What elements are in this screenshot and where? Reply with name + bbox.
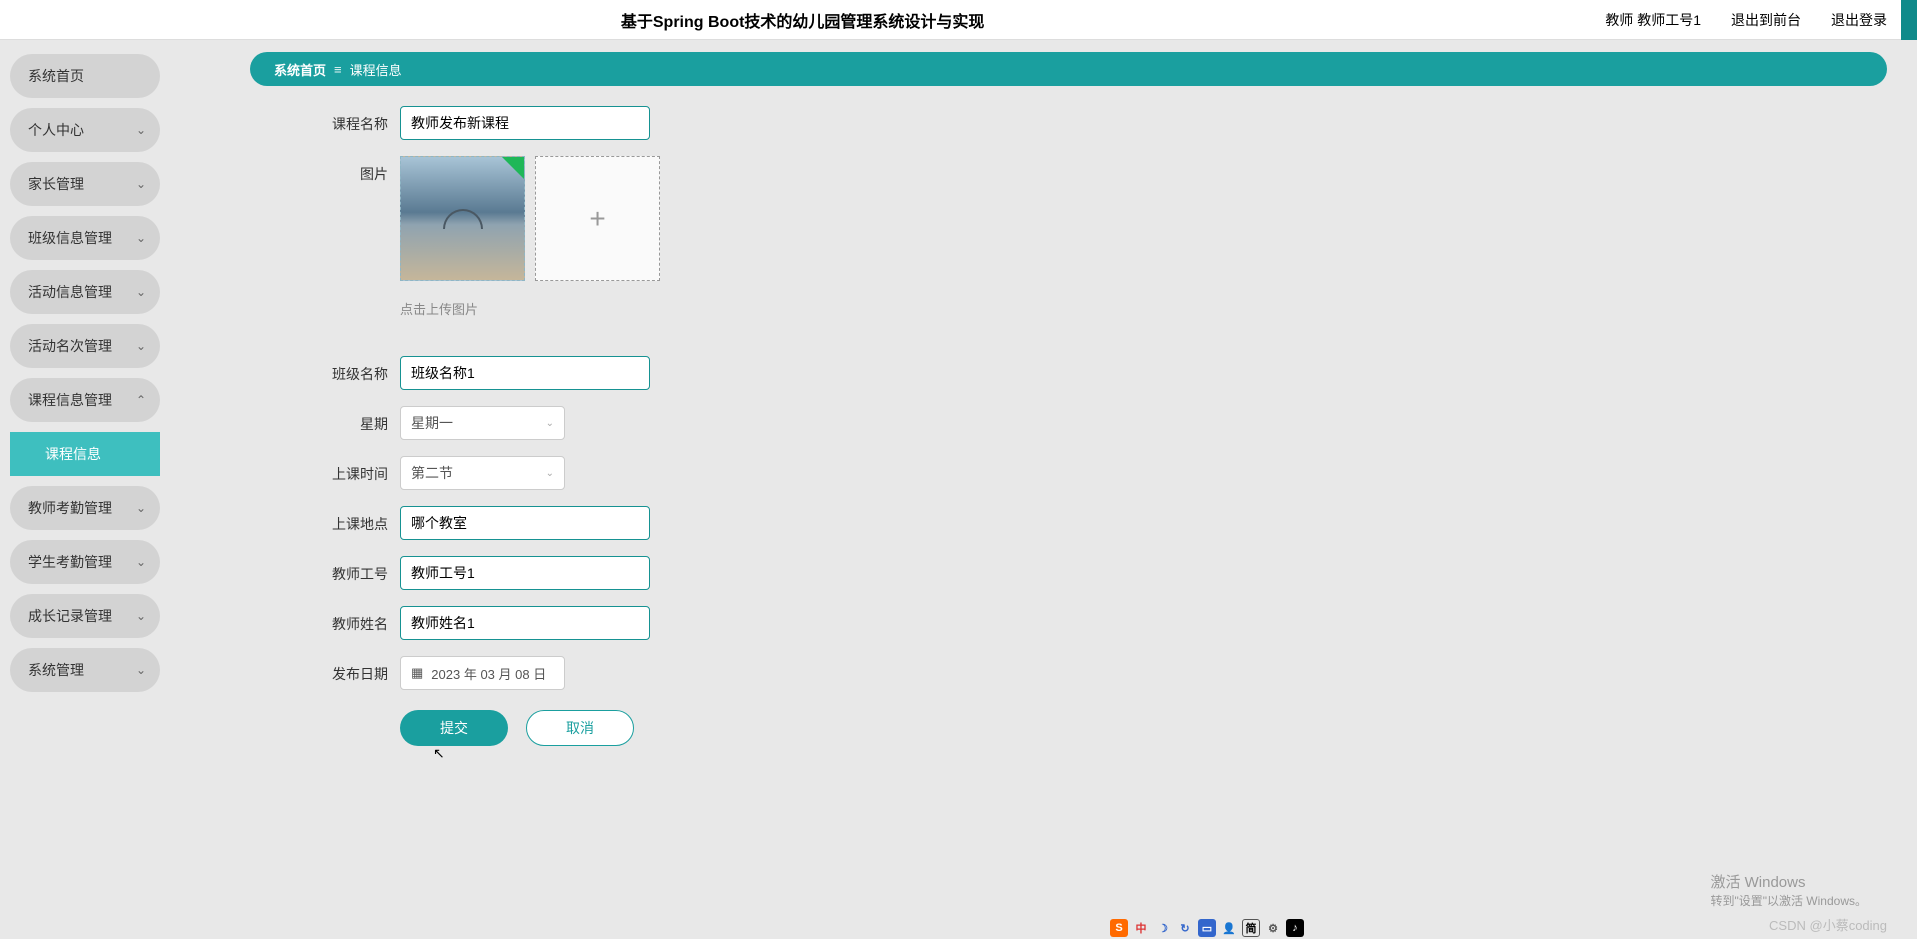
ime-chinese-icon[interactable]: 中 (1132, 919, 1150, 937)
chevron-up-icon: ⌃ (136, 393, 146, 407)
label-course-name: 课程名称 (250, 106, 400, 134)
sidebar-item-label: 活动名次管理 (28, 336, 112, 356)
label-pub-date: 发布日期 (250, 656, 400, 684)
bridge-icon (443, 209, 483, 229)
chevron-down-icon: ⌄ (136, 609, 146, 623)
chevron-down-icon: ⌄ (546, 418, 554, 429)
label-place: 上课地点 (250, 506, 400, 534)
place-input[interactable] (400, 506, 650, 540)
sidebar-item-label: 家长管理 (28, 174, 84, 194)
breadcrumb-separator-icon: ≡ (334, 62, 342, 77)
csdn-watermark: CSDN @小蔡coding (1769, 915, 1887, 934)
chevron-down-icon: ⌄ (136, 231, 146, 245)
sidebar-item-growth[interactable]: 成长记录管理 ⌄ (10, 594, 160, 638)
chevron-down-icon: ⌄ (136, 339, 146, 353)
chevron-down-icon: ⌄ (136, 177, 146, 191)
tray-user-icon[interactable]: 👤 (1220, 919, 1238, 937)
label-class-name: 班级名称 (250, 356, 400, 384)
scrollbar-vertical[interactable] (1901, 0, 1917, 40)
sidebar-item-label: 课程信息 (45, 444, 101, 464)
sidebar-item-class[interactable]: 班级信息管理 ⌄ (10, 216, 160, 260)
sidebar-item-system[interactable]: 系统管理 ⌄ (10, 648, 160, 692)
sidebar-item-label: 系统管理 (28, 660, 84, 680)
submit-button[interactable]: 提交 (400, 710, 508, 746)
chevron-down-icon: ⌄ (136, 501, 146, 515)
label-weekday: 星期 (250, 406, 400, 434)
weekday-select[interactable]: 星期一 ⌄ (400, 406, 565, 440)
sidebar-item-home[interactable]: 系统首页 (10, 54, 160, 98)
sidebar-subitem-course-info[interactable]: 课程信息 (10, 432, 160, 476)
tray-sync-icon[interactable]: ↻ (1176, 919, 1194, 937)
label-time: 上课时间 (250, 456, 400, 484)
sidebar-item-activity[interactable]: 活动信息管理 ⌄ (10, 270, 160, 314)
plus-icon: + (589, 203, 605, 235)
upload-hint: 点击上传图片 (400, 299, 660, 318)
sidebar-item-course-mgmt[interactable]: 课程信息管理 ⌃ (10, 378, 160, 422)
chevron-down-icon: ⌄ (136, 123, 146, 137)
tray-tiktok-icon[interactable]: ♪ (1286, 919, 1304, 937)
current-user[interactable]: 教师 教师工号1 (1605, 10, 1701, 30)
system-tray: S 中 ☽ ↻ ▭ 👤 简 ⚙ ♪ (1110, 919, 1304, 937)
sidebar-item-student-attend[interactable]: 学生考勤管理 ⌄ (10, 540, 160, 584)
sidebar-item-label: 成长记录管理 (28, 606, 112, 626)
tray-icon[interactable]: S (1110, 919, 1128, 937)
upload-add-button[interactable]: + (535, 156, 660, 281)
sidebar-item-parent[interactable]: 家长管理 ⌄ (10, 162, 160, 206)
sidebar: 系统首页 个人中心 ⌄ 家长管理 ⌄ 班级信息管理 ⌄ 活动信息管理 ⌄ 活动名次管理 ⌄… (0, 40, 170, 939)
page-title: 基于Spring Boot技术的幼儿园管理系统设计与实现 (0, 8, 1605, 32)
header-right: 教师 教师工号1 退出到前台 退出登录 (1605, 10, 1917, 30)
breadcrumb-home[interactable]: 系统首页 (274, 60, 326, 79)
sidebar-item-label: 系统首页 (28, 66, 84, 86)
sidebar-item-rank[interactable]: 活动名次管理 ⌄ (10, 324, 160, 368)
teacher-id-input[interactable] (400, 556, 650, 590)
time-select[interactable]: 第二节 ⌄ (400, 456, 565, 490)
sidebar-item-teacher-attend[interactable]: 教师考勤管理 ⌄ (10, 486, 160, 530)
label-image: 图片 (250, 156, 400, 184)
sidebar-item-label: 学生考勤管理 (28, 552, 112, 572)
sidebar-item-label: 教师考勤管理 (28, 498, 112, 518)
main-content: 系统首页 ≡ 课程信息 课程名称 图片 + 点击上传图片 班级名 (170, 40, 1917, 939)
label-teacher-id: 教师工号 (250, 556, 400, 584)
course-form: 课程名称 图片 + 点击上传图片 班级名称 星期 星期一 ⌄ (250, 106, 1917, 746)
ime-simplified-icon[interactable]: 简 (1242, 919, 1260, 937)
chevron-down-icon: ⌄ (136, 285, 146, 299)
sidebar-item-profile[interactable]: 个人中心 ⌄ (10, 108, 160, 152)
date-value: 2023 年 03 月 08 日 (431, 664, 546, 683)
logout-link[interactable]: 退出登录 (1831, 10, 1887, 30)
sidebar-item-label: 个人中心 (28, 120, 84, 140)
sidebar-item-label: 活动信息管理 (28, 282, 112, 302)
pub-date-input[interactable]: ▦ 2023 年 03 月 08 日 (400, 656, 565, 690)
teacher-name-input[interactable] (400, 606, 650, 640)
uploaded-image-thumb[interactable] (400, 156, 525, 281)
class-name-input[interactable] (400, 356, 650, 390)
cancel-button[interactable]: 取消 (526, 710, 634, 746)
course-name-input[interactable] (400, 106, 650, 140)
select-value: 第二节 (411, 463, 453, 483)
chevron-down-icon: ⌄ (136, 663, 146, 677)
tray-box-icon[interactable]: ▭ (1198, 919, 1216, 937)
logout-front-link[interactable]: 退出到前台 (1731, 10, 1801, 30)
chevron-down-icon: ⌄ (136, 555, 146, 569)
select-value: 星期一 (411, 413, 453, 433)
calendar-icon: ▦ (411, 665, 423, 681)
sidebar-item-label: 课程信息管理 (28, 390, 112, 410)
breadcrumb-current: 课程信息 (350, 60, 402, 79)
tray-gear-icon[interactable]: ⚙ (1264, 919, 1282, 937)
tray-moon-icon[interactable]: ☽ (1154, 919, 1172, 937)
breadcrumb: 系统首页 ≡ 课程信息 (250, 52, 1887, 86)
top-bar: 基于Spring Boot技术的幼儿园管理系统设计与实现 教师 教师工号1 退出… (0, 0, 1917, 40)
chevron-down-icon: ⌄ (546, 468, 554, 479)
sidebar-item-label: 班级信息管理 (28, 228, 112, 248)
label-teacher-name: 教师姓名 (250, 606, 400, 634)
